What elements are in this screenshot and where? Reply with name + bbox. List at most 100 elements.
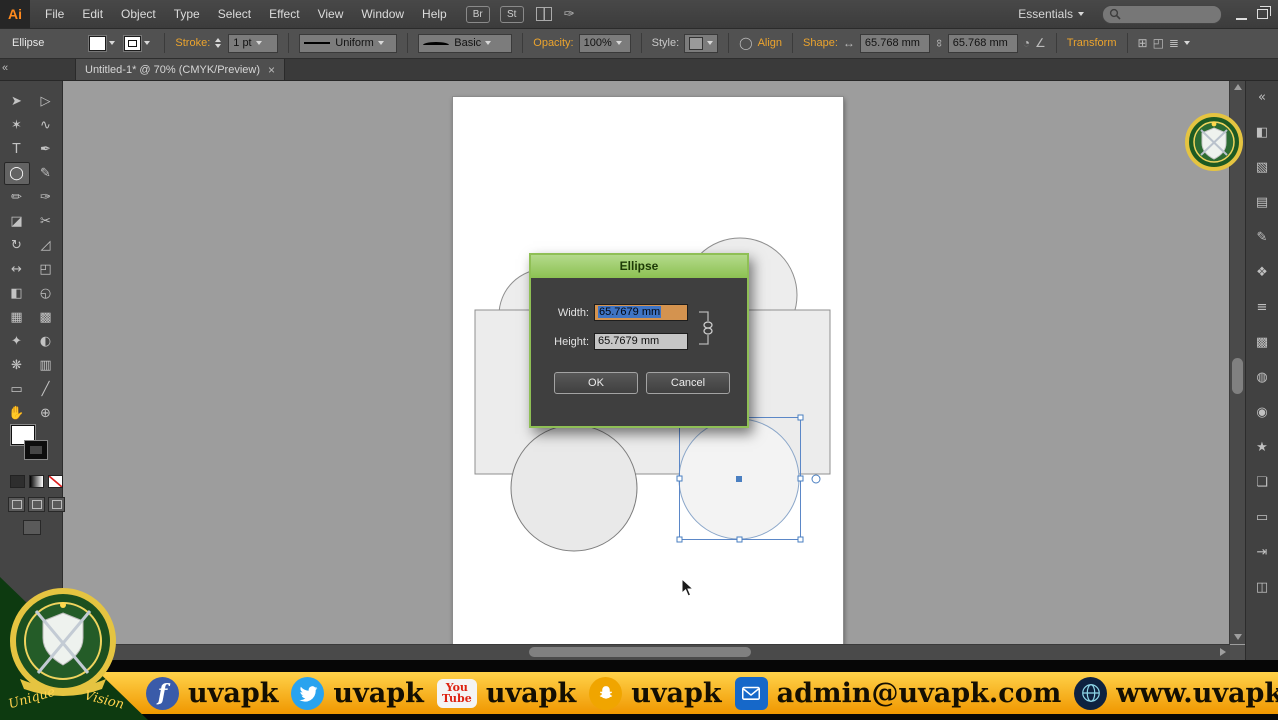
- arrange-documents-icon[interactable]: [535, 7, 552, 21]
- dialog-title[interactable]: Ellipse: [531, 255, 747, 278]
- width-tool[interactable]: ↔: [4, 258, 30, 281]
- brushes-panel-icon[interactable]: ✎: [1246, 220, 1278, 255]
- stroke-color-swatch[interactable]: [25, 441, 47, 459]
- gradient-panel-icon[interactable]: ▩: [1246, 325, 1278, 360]
- appearance-panel-icon[interactable]: ◉: [1246, 395, 1278, 430]
- workspace-switcher-icon[interactable]: ✑: [564, 6, 575, 22]
- blend-tool[interactable]: ◐: [33, 330, 59, 353]
- website-url[interactable]: www.uvapk.com: [1116, 678, 1278, 709]
- type-tool[interactable]: T: [4, 138, 30, 161]
- scale-tool[interactable]: ◿: [33, 234, 59, 257]
- width-input[interactable]: 65.7679 mm: [594, 304, 688, 321]
- graphic-styles-panel-icon[interactable]: ★: [1246, 430, 1278, 465]
- search-input[interactable]: [1102, 4, 1222, 24]
- grid-snap-icon[interactable]: ⊞: [1138, 36, 1148, 50]
- shape-link[interactable]: Shape:: [803, 37, 838, 49]
- swatches-panel-icon[interactable]: ▤: [1246, 185, 1278, 220]
- bridge-icon[interactable]: Br: [465, 5, 490, 23]
- shape-builder-tool[interactable]: ◧: [4, 282, 30, 305]
- pencil-tool[interactable]: ✏: [4, 186, 30, 209]
- menu-item[interactable]: Window: [352, 0, 413, 28]
- shape-width-input[interactable]: 65.768 mm: [859, 33, 930, 53]
- rotate-tool[interactable]: ↻: [4, 234, 30, 257]
- ellipse-tool[interactable]: ◯: [3, 162, 30, 185]
- eyedropper-tool[interactable]: ✦: [4, 330, 30, 353]
- gradient-tool[interactable]: ▩: [33, 306, 59, 329]
- menu-item[interactable]: Type: [165, 0, 209, 28]
- panel-menu-icon[interactable]: ≣: [1169, 36, 1179, 50]
- circle-shape[interactable]: [510, 424, 638, 552]
- close-tab-icon[interactable]: ×: [268, 63, 275, 77]
- align-link[interactable]: Align: [758, 37, 782, 49]
- stroke-weight-select[interactable]: 1 pt: [228, 33, 279, 53]
- pathfinder-panel-icon[interactable]: ◫: [1246, 570, 1278, 605]
- collapse-panels-panel-icon[interactable]: «: [1246, 80, 1278, 115]
- none-button[interactable]: [48, 475, 63, 488]
- menu-item[interactable]: Help: [413, 0, 456, 28]
- document-setup-icon[interactable]: ◯: [739, 36, 752, 50]
- scissors-tool[interactable]: ✂: [33, 210, 59, 233]
- hand-tool[interactable]: ✋: [4, 402, 30, 425]
- transform-link[interactable]: Transform: [1067, 37, 1117, 49]
- constrain-link-icon[interactable]: [697, 304, 715, 352]
- column-graph-tool[interactable]: ▥: [33, 354, 59, 377]
- constrain-proportions-icon[interactable]: ∞: [933, 39, 945, 47]
- scroll-down-icon[interactable]: [1234, 634, 1242, 640]
- artboards-panel-icon[interactable]: ▭: [1246, 500, 1278, 535]
- restore-icon[interactable]: [1257, 8, 1268, 19]
- horizontal-scrollbar[interactable]: [62, 644, 1230, 660]
- workspace-select[interactable]: Essentials: [1018, 7, 1084, 21]
- menu-item[interactable]: Select: [209, 0, 260, 28]
- symbols-panel-icon[interactable]: ❖: [1246, 255, 1278, 290]
- direct-selection-tool[interactable]: ▷: [33, 90, 59, 113]
- menu-item[interactable]: Object: [112, 0, 165, 28]
- zoom-tool[interactable]: ⊕: [33, 402, 59, 425]
- magic-wand-tool[interactable]: ✶: [4, 114, 30, 137]
- shape-height-input[interactable]: 65.768 mm: [947, 33, 1018, 53]
- menu-item[interactable]: View: [309, 0, 353, 28]
- twitter-icon[interactable]: [291, 676, 325, 710]
- pen-tool[interactable]: ✒: [33, 138, 59, 161]
- fill-color-dropdown[interactable]: [89, 35, 116, 51]
- stroke-color-dropdown[interactable]: [124, 35, 151, 51]
- email-icon[interactable]: [734, 676, 768, 710]
- transparency-panel-icon[interactable]: ◍: [1246, 360, 1278, 395]
- screen-mode-button[interactable]: [23, 520, 41, 535]
- snapchat-icon[interactable]: [589, 676, 623, 710]
- horizontal-scroll-thumb[interactable]: [529, 647, 752, 657]
- vertical-scroll-thumb[interactable]: [1232, 358, 1243, 394]
- draw-inside-button[interactable]: [48, 497, 65, 512]
- collapse-tools-icon[interactable]: «: [2, 62, 8, 74]
- menu-item[interactable]: Effect: [260, 0, 308, 28]
- mesh-tool[interactable]: ▦: [4, 306, 30, 329]
- align-panel-icon[interactable]: ⇥: [1246, 535, 1278, 570]
- selection-tool[interactable]: ➤: [4, 90, 30, 113]
- color-guide-panel-icon[interactable]: ▧: [1246, 150, 1278, 185]
- layers-panel-icon[interactable]: ❏: [1246, 465, 1278, 500]
- color-panel-icon[interactable]: ◧: [1246, 115, 1278, 150]
- youtube-icon[interactable]: You Tube: [436, 678, 477, 708]
- color-button[interactable]: [10, 475, 25, 488]
- rotate-handle[interactable]: [811, 474, 821, 484]
- stock-icon[interactable]: St: [499, 5, 524, 23]
- email-address[interactable]: admin@uvapk.com: [777, 678, 1062, 709]
- free-transform-icon[interactable]: ◰: [1153, 36, 1164, 50]
- scroll-right-icon[interactable]: [1220, 648, 1226, 656]
- height-input[interactable]: 65.7679 mm: [594, 333, 688, 350]
- globe-icon[interactable]: [1074, 676, 1108, 710]
- brush-definition-select[interactable]: Basic: [418, 33, 513, 53]
- angle-icon[interactable]: ∠: [1035, 36, 1046, 50]
- opacity-label[interactable]: Opacity:: [533, 37, 573, 49]
- stroke-weight-label[interactable]: Stroke:: [175, 37, 210, 49]
- document-tab[interactable]: Untitled-1* @ 70% (CMYK/Preview) ×: [75, 59, 286, 80]
- cancel-button[interactable]: Cancel: [646, 372, 730, 394]
- draw-behind-button[interactable]: [28, 497, 45, 512]
- pie-angle-icon[interactable]: ◔: [1023, 36, 1030, 50]
- slice-tool[interactable]: ╱: [33, 378, 59, 401]
- symbol-sprayer-tool[interactable]: ❋: [4, 354, 30, 377]
- scroll-up-icon[interactable]: [1234, 84, 1242, 90]
- width-profile-select[interactable]: Uniform: [299, 33, 398, 53]
- blob-brush-tool[interactable]: ✑: [33, 186, 59, 209]
- perspective-grid-tool[interactable]: ◵: [33, 282, 59, 305]
- opacity-select[interactable]: 100%: [578, 33, 631, 53]
